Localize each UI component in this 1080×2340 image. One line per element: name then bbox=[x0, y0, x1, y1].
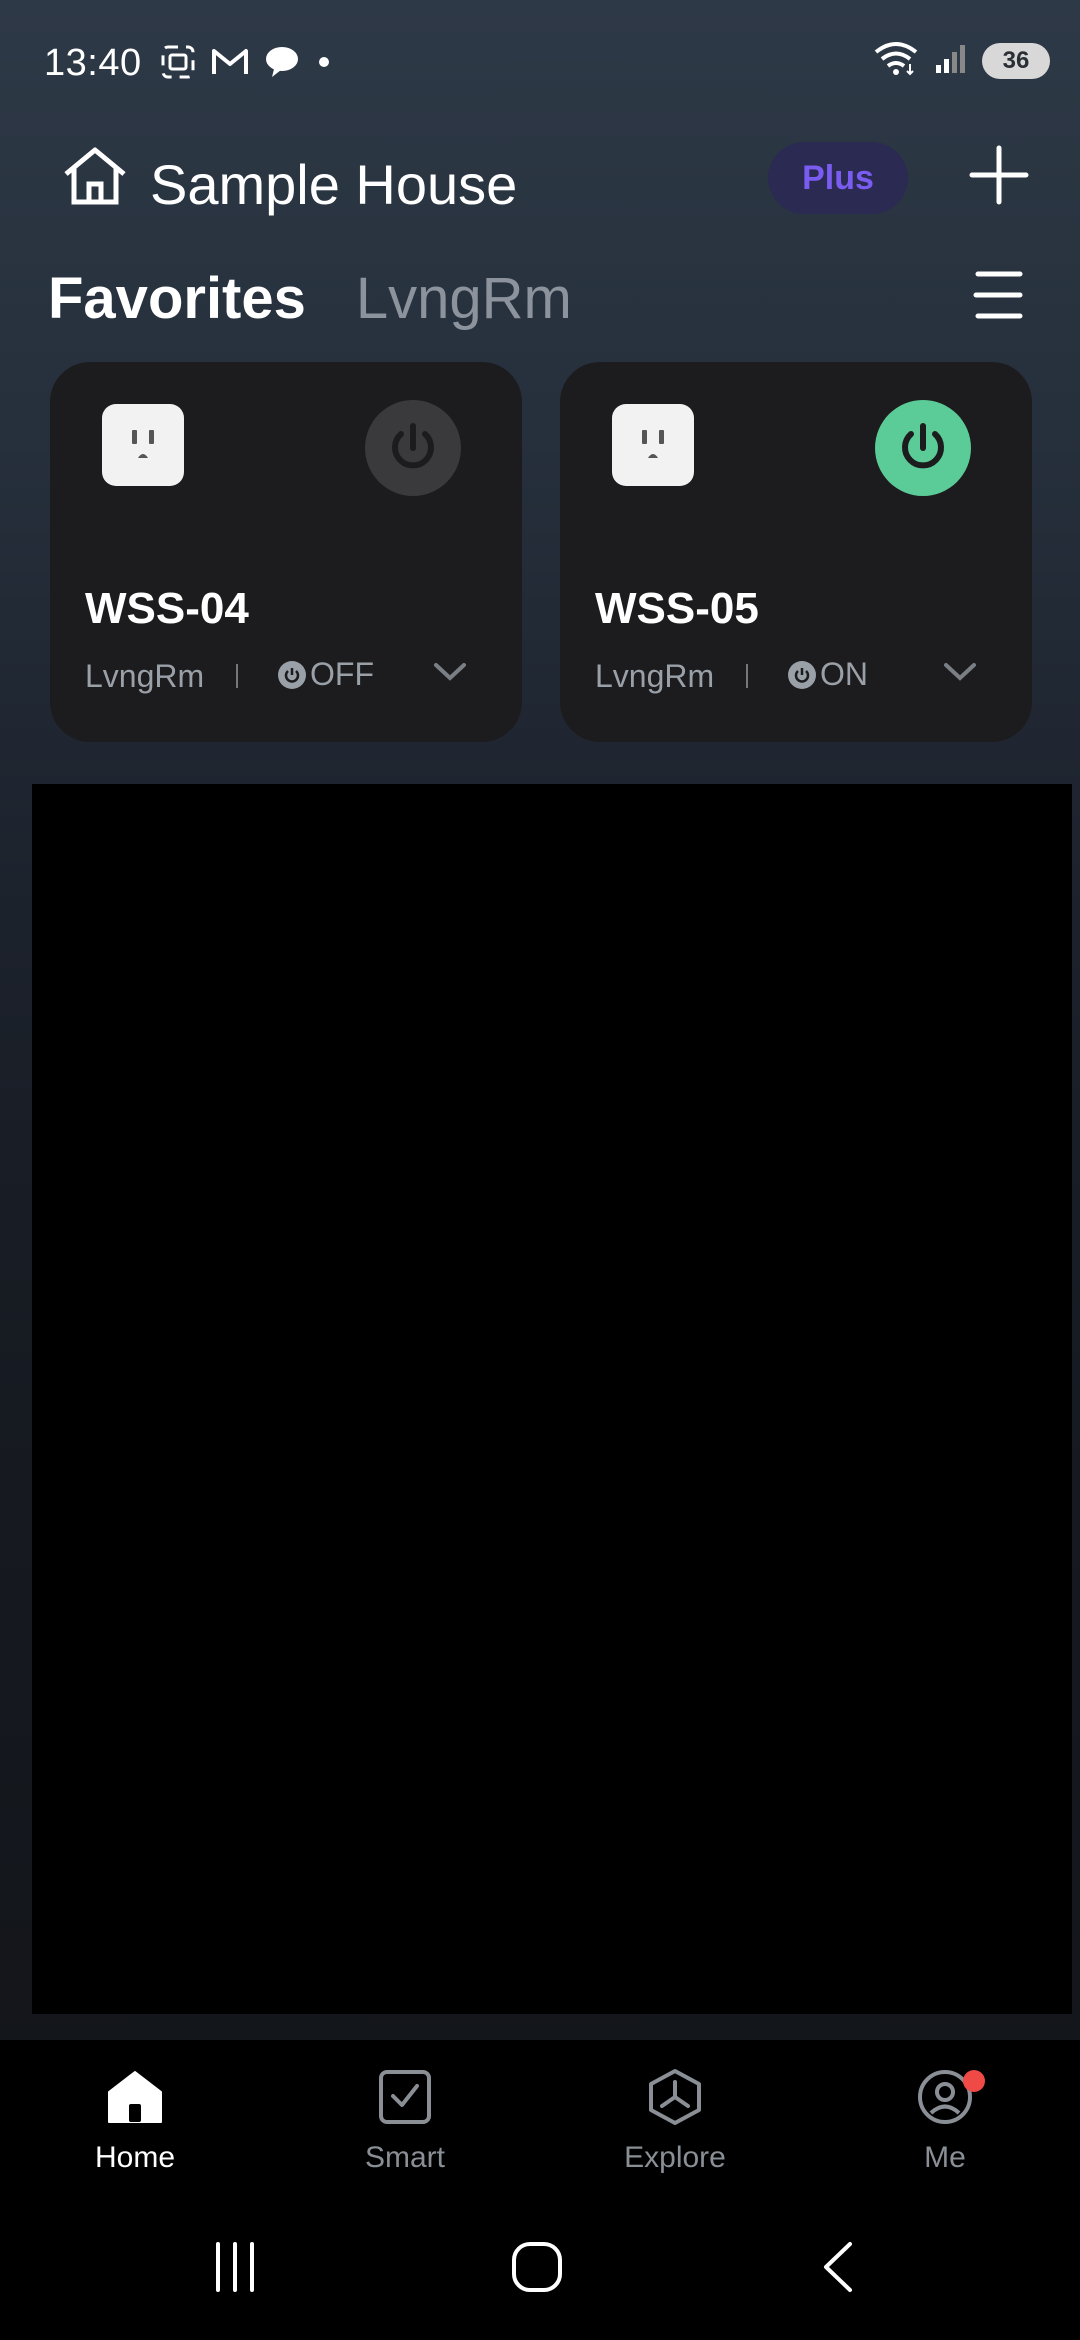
system-nav bbox=[0, 2200, 1080, 2340]
room-tabs: Favorites LvngRm bbox=[48, 258, 572, 338]
home-icon bbox=[105, 2071, 165, 2130]
device-state-label: ON bbox=[820, 656, 868, 692]
bottom-nav: Home Smart Explore Me bbox=[0, 2040, 1080, 2200]
status-time: 13:40 bbox=[44, 42, 142, 84]
nav-smart-label: Smart bbox=[364, 2141, 445, 2174]
house-selector[interactable]: Sample House bbox=[150, 152, 517, 217]
divider bbox=[746, 664, 748, 688]
explore-icon bbox=[645, 2069, 705, 2130]
nav-smart[interactable]: Smart bbox=[305, 2068, 505, 2175]
status-icons-right: 36 bbox=[872, 40, 1050, 81]
device-state-label: OFF bbox=[310, 656, 374, 692]
device-state: OFF bbox=[278, 656, 374, 693]
screenshot-icon bbox=[160, 44, 196, 85]
device-card[interactable]: WSS-05 LvngRm ON bbox=[560, 362, 1032, 742]
add-button[interactable] bbox=[966, 142, 1032, 208]
power-small-icon bbox=[788, 660, 816, 689]
home-system-icon[interactable] bbox=[510, 2240, 564, 2299]
device-room: LvngRm bbox=[595, 658, 715, 694]
nav-explore-label: Explore bbox=[624, 2141, 726, 2174]
divider bbox=[236, 664, 238, 688]
nav-home-label: Home bbox=[94, 2141, 176, 2174]
notification-dot bbox=[963, 2070, 985, 2092]
header: Sample House Plus bbox=[0, 130, 1080, 250]
chevron-down-icon[interactable] bbox=[432, 660, 468, 689]
device-card[interactable]: WSS-04 LvngRm OFF bbox=[50, 362, 522, 742]
power-toggle-button[interactable] bbox=[875, 400, 971, 496]
nav-home[interactable]: Home bbox=[35, 2068, 235, 2175]
app-screen: 13:40 36 Sample House Plus Favorites Lvn… bbox=[0, 0, 1080, 2340]
device-room: LvngRm bbox=[85, 658, 205, 694]
back-icon[interactable] bbox=[818, 2240, 858, 2299]
recent-apps-icon[interactable] bbox=[210, 2240, 260, 2299]
check-square-icon bbox=[375, 2070, 435, 2130]
menu-icon[interactable] bbox=[968, 268, 1028, 322]
status-bar: 13:40 36 bbox=[0, 0, 1080, 130]
chat-icon bbox=[264, 45, 300, 84]
device-state: ON bbox=[788, 656, 868, 693]
plus-badge[interactable]: Plus bbox=[768, 142, 908, 214]
nav-me-label: Me bbox=[924, 2141, 966, 2174]
gmail-icon bbox=[210, 46, 250, 83]
battery-icon: 36 bbox=[982, 42, 1050, 79]
tab-favorites[interactable]: Favorites bbox=[48, 265, 306, 332]
house-icon[interactable] bbox=[60, 144, 130, 213]
signal-icon bbox=[934, 41, 968, 80]
device-name: WSS-04 bbox=[85, 584, 249, 633]
nav-explore[interactable]: Explore bbox=[575, 2068, 775, 2175]
smart-plug-icon bbox=[102, 404, 184, 486]
power-toggle-button[interactable] bbox=[365, 400, 461, 496]
device-name: WSS-05 bbox=[595, 584, 759, 633]
chevron-down-icon[interactable] bbox=[942, 660, 978, 689]
smart-plug-icon bbox=[612, 404, 694, 486]
nav-me[interactable]: Me bbox=[845, 2068, 1045, 2175]
wifi-icon bbox=[872, 40, 920, 81]
power-small-icon bbox=[278, 660, 306, 689]
tab-lvngrm[interactable]: LvngRm bbox=[356, 265, 572, 332]
profile-icon bbox=[915, 2070, 975, 2130]
status-icons-left bbox=[160, 44, 334, 85]
dot-icon bbox=[314, 52, 334, 77]
redacted-region bbox=[32, 784, 1072, 2014]
